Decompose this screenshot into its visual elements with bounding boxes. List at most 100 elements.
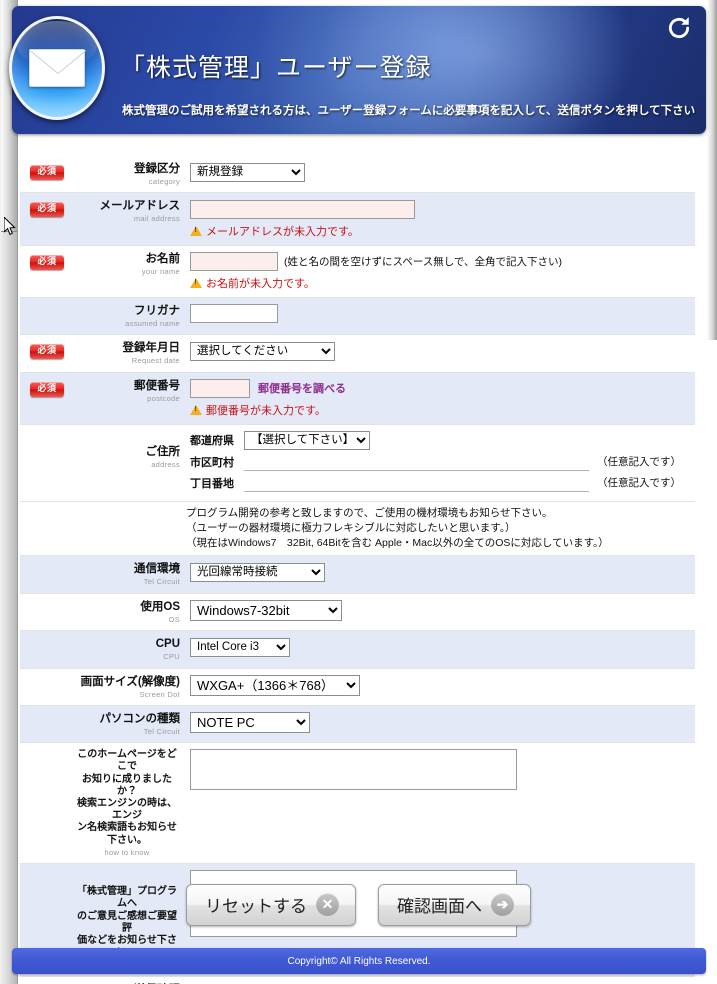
env-note-block: プログラム開発の参考と致しますので、ご使用の機材環境もお知らせ下さい。 （ユーザ…	[186, 502, 695, 556]
tel-circuit-select[interactable]: 光回線常時接続	[190, 562, 325, 582]
required-badge: 必須	[30, 254, 64, 270]
form-row-screen: 画面サイズ(解像度) Screen Dot WXGA+（1366＊768）	[20, 668, 695, 706]
badge-cell-empty	[20, 631, 74, 640]
badge-cell-empty	[20, 298, 74, 307]
city-input[interactable]	[244, 452, 589, 471]
postcode-input[interactable]	[190, 378, 250, 398]
reset-button-label: リセットする	[205, 897, 307, 916]
request-date-select[interactable]: 選択してください	[190, 341, 335, 361]
form-row-mail: 必須 メールアドレス mail address メールアドレスが未入力です。	[20, 193, 695, 246]
field-pc-type: NOTE PC	[186, 706, 695, 739]
badge-cell-empty	[20, 502, 74, 511]
page-scrollbar[interactable]	[0, 0, 18, 984]
label-category: 登録区分 category	[74, 156, 186, 192]
field-request-date: 選択してください	[186, 335, 695, 367]
reset-button[interactable]: リセットする ✕	[186, 884, 356, 926]
prefecture-select[interactable]: 【選択して下さい】	[244, 430, 370, 450]
field-kana	[186, 298, 695, 330]
mail-error-text: メールアドレスが未入力です。	[206, 225, 359, 238]
label-ja: 通信環境	[134, 563, 180, 576]
label-en: postcode	[147, 393, 180, 403]
required-badge: 必須	[30, 344, 64, 360]
label-ja: 使用OS	[140, 600, 180, 613]
label-en: assumed name	[125, 318, 180, 328]
how-to-know-textarea[interactable]	[190, 749, 517, 791]
name-error: お名前が未入力です。	[190, 275, 691, 291]
page-subtitle: 株式管理のご試用を希望される方は、ユーザー登録フォームに必要事項を記入して、送信…	[122, 105, 696, 117]
form-row-cpu: CPU CPU Intel Core i3	[20, 631, 695, 669]
label-tel-circuit: 通信環境 Tel Circuit	[74, 556, 186, 592]
label-en: OS	[168, 614, 180, 624]
confirm-button-label: 確認画面へ	[397, 897, 482, 916]
reload-icon[interactable]	[666, 15, 692, 41]
label-en: CPU	[163, 652, 180, 662]
label-ja: お名前	[145, 252, 181, 265]
form-row-postcode: 必須 郵便番号 postcode 郵便番号を調べる 郵便番号が未入力です。	[20, 372, 695, 425]
warning-icon	[190, 277, 202, 288]
form-row-tel-circuit: 通信環境 Tel Circuit 光回線常時接続	[20, 556, 695, 594]
postcode-error: 郵便番号が未入力です。	[190, 402, 691, 418]
required-badge-cell: 必須	[20, 373, 74, 397]
required-badge-cell: 必須	[20, 335, 74, 360]
address-street-line: 丁目番地 （任意記入です）	[190, 473, 691, 492]
street-input[interactable]	[244, 473, 589, 492]
confirm-button[interactable]: 確認画面へ ➔	[378, 884, 531, 926]
screen-select[interactable]: WXGA+（1366＊768）	[190, 674, 360, 696]
label-ja: 画面サイズ(解像度)	[80, 675, 180, 688]
label-how-to-know: このホームページをどこで お知りに成りましたか？ 検索エンジンの時は、エンジ ン…	[74, 743, 186, 863]
city-note: （任意記入です）	[597, 456, 681, 469]
label-en: your name	[141, 266, 180, 276]
label-en: Tel Circuit	[143, 726, 180, 736]
mail-input[interactable]	[190, 199, 415, 219]
form-button-bar: リセットする ✕ 確認画面へ ➔	[0, 884, 717, 926]
label-address: ご住所 address	[74, 425, 186, 475]
required-badge-cell: 必須	[20, 246, 74, 270]
label-mail: メールアドレス mail address	[74, 193, 186, 229]
form-row-kana: フリガナ assumed name	[20, 297, 695, 336]
kana-input[interactable]	[190, 304, 278, 324]
postcode-lookup-link[interactable]: 郵便番号を調べる	[258, 380, 346, 396]
label-l1: このホームページをどこで	[77, 749, 177, 773]
label-screen: 画面サイズ(解像度) Screen Dot	[74, 669, 186, 705]
os-select[interactable]: Windows7-32bit	[190, 599, 342, 621]
pc-type-select[interactable]: NOTE PC	[190, 711, 310, 733]
label-ja: 登録区分	[134, 163, 180, 175]
required-badge: 必須	[30, 165, 64, 180]
field-how-to-know	[186, 743, 695, 796]
form-row-address: ご住所 address 都道府県 【選択して下さい】 市区町村 （任意記入です）…	[20, 424, 695, 502]
badge-cell-empty	[20, 743, 74, 752]
badge-cell-empty	[20, 706, 74, 715]
label-en: category	[148, 177, 180, 187]
label-ja: パソコンの種類	[99, 712, 181, 725]
label-l3: 検索エンジンの時は、エンジ	[77, 798, 177, 822]
required-badge: 必須	[30, 202, 64, 218]
badge-cell-empty	[20, 425, 74, 434]
form-row-how-to-know: このホームページをどこで お知りに成りましたか？ 検索エンジンの時は、エンジ ン…	[20, 743, 695, 865]
name-input[interactable]	[190, 251, 278, 271]
close-circle-icon: ✕	[316, 893, 339, 916]
cpu-select[interactable]: Intel Core i3	[190, 637, 290, 657]
field-category: 新規登録	[186, 156, 695, 188]
label-en: Request date	[131, 356, 180, 366]
city-label: 市区町村	[190, 456, 234, 469]
label-ja: ご住所	[145, 445, 181, 458]
form-row-pc-type: パソコンの種類 Tel Circuit NOTE PC	[20, 705, 695, 744]
label-ja: フリガナ	[134, 304, 180, 317]
page-header-banner: 「株式管理」ユーザー登録 株式管理のご試用を希望される方は、ユーザー登録フォーム…	[12, 6, 706, 134]
warning-icon	[190, 404, 202, 415]
mouse-cursor	[4, 217, 16, 236]
street-note: （任意記入です）	[597, 477, 681, 490]
name-hint: (姓と名の間を空けずにスペース無しで、全角で記入下さい)	[284, 255, 562, 268]
label-en: how to know	[104, 847, 150, 857]
required-badge: 必須	[30, 381, 64, 397]
label-l4: ン名検索語もお知らせ下さい。	[77, 822, 177, 846]
label-ja: 登録年月日	[122, 342, 181, 355]
address-city-line: 市区町村 （任意記入です）	[190, 452, 691, 471]
registration-form: 必須 登録区分 category 新規登録 必須 メールアドレス mail ad…	[20, 156, 695, 984]
address-prefecture-line: 都道府県 【選択して下さい】	[190, 430, 691, 450]
category-select[interactable]: 新規登録	[190, 162, 305, 182]
name-error-text: お名前が未入力です。	[206, 277, 315, 290]
field-cpu: Intel Core i3	[186, 631, 695, 663]
badge-cell-empty	[20, 669, 74, 678]
label-sending-confirm: 送信確認 sending confirm	[74, 977, 186, 984]
